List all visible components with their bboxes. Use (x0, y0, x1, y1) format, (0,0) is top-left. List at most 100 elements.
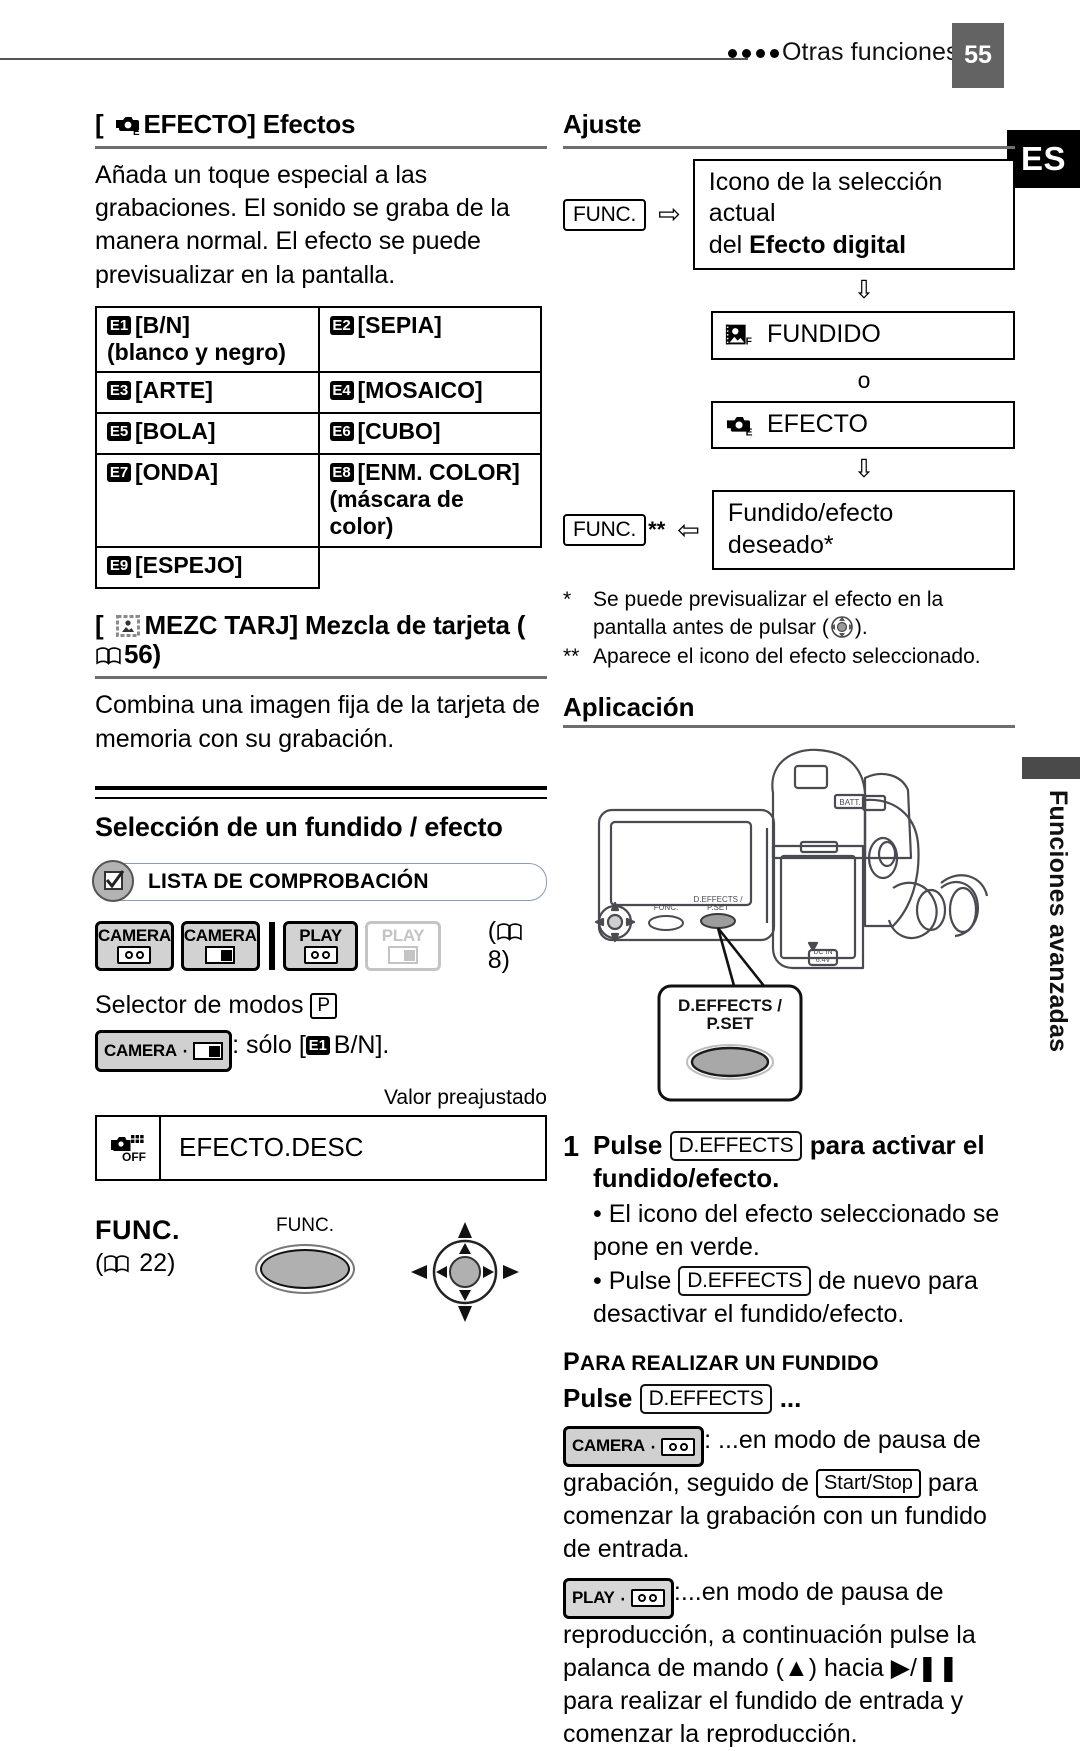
flow-step-final: FUNC. ** ⇦ Fundido/efecto deseado* (563, 490, 1015, 571)
language-badge: ES (1007, 130, 1080, 188)
mode-label: PLAY (299, 926, 342, 946)
effect-label: [ESPEJO] (135, 551, 243, 578)
heading-rule (563, 145, 1015, 149)
footnotes: * Se puede previsualizar el efecto en la… (563, 586, 1015, 670)
checklist-label: LISTA DE COMPROBACIÓN (148, 869, 429, 893)
func-tag[interactable]: FUNC. (563, 198, 647, 231)
step-number: 1 (563, 1131, 580, 1164)
func-block: FUNC. ( 22) FUNC. (95, 1215, 547, 1325)
effect-badge: E4 (329, 381, 354, 401)
figure-dcin-label-1: DC IN (813, 949, 832, 956)
effect-label: [ONDA] (135, 459, 219, 486)
step-text-a: Pulse (593, 1130, 670, 1161)
mode-badge-play-card-disabled: PLAY (365, 920, 441, 971)
bullet-2-a: • Pulse (593, 1267, 679, 1296)
mode-only-text: : sólo [ (232, 1030, 306, 1059)
table-cell-empty (319, 547, 542, 588)
effect-badge: E1 (305, 1035, 330, 1055)
bracket-close: ) (152, 639, 162, 670)
table-cell: E5 [BOLA] (95, 412, 320, 456)
flow-line-2-prefix: del (708, 230, 750, 259)
table-row: E1 [B/N] (blanco y negro) E2 [SEPIA] (95, 305, 542, 374)
svg-text:OFF: OFF (122, 1150, 146, 1164)
flow-box-fundido: F FUNDIDO (711, 311, 1015, 360)
camera-mode-paragraph: CAMERA · : ...en modo de pausa de grabaci… (563, 1424, 1015, 1566)
table-cell: E7 [ONDA] (95, 453, 320, 548)
effect-badge: E3 (107, 381, 131, 401)
arrow-down-icon: ⇩ (853, 276, 875, 305)
joystick-icon[interactable] (410, 1221, 520, 1323)
func-tag-2[interactable]: FUNC. (563, 514, 647, 547)
setup-flow: FUNC. ⇨ Icono de la selección actual del… (563, 158, 1015, 571)
cardmix-heading-text: MEZC TARJ] Mezcla de tarjeta ( (144, 609, 526, 640)
arrow-left-icon: ⇦ (677, 514, 700, 545)
callout-line-1: D.EFFECTS / (678, 996, 782, 1015)
play-paragraph-c: para realizar el fundido de entrada y co… (563, 1686, 964, 1748)
preset-icon-cell: OFF (97, 1116, 161, 1179)
deffects-key[interactable]: D.EFFECTS (639, 1384, 773, 1415)
table-cell: E3 [ARTE] (95, 371, 320, 415)
figure-func-label: FUNC. (654, 903, 678, 912)
step-body: Pulse D.EFFECTS para activar el fundido/… (593, 1129, 1015, 1330)
figure-dcin-label-2: 6.4V (816, 957, 831, 964)
page-ref-number: 22 (139, 1248, 168, 1277)
manual-page-icon (497, 923, 522, 941)
flow-or-label: o (857, 366, 871, 393)
selection-section-heading: Selección de un fundido / efecto (95, 811, 503, 842)
inline-mode-camera-card: CAMERA · (95, 1030, 233, 1072)
flow-fundido-label: FUNDIDO (767, 320, 881, 349)
step-1: 1 Pulse D.EFFECTS para activar el fundid… (563, 1129, 1015, 1330)
table-cell: E8 [ENM. COLOR] (máscara de color) (317, 453, 542, 548)
func-button[interactable] (260, 1248, 350, 1289)
deffects-key[interactable]: D.EFFECTS (678, 1266, 812, 1297)
table-cell: E9 [ESPEJO] (95, 545, 320, 589)
table-row: E9 [ESPEJO] (95, 545, 542, 589)
fade-icon: F (725, 324, 752, 348)
card-icon (205, 946, 236, 965)
mode-badge-camera-tape: CAMERA (95, 920, 174, 971)
play-mode-paragraph: PLAY · :...en modo de pausa de reproducci… (563, 1576, 1015, 1751)
start-stop-key[interactable]: Start/Stop (815, 1469, 921, 1498)
mode-separator (268, 921, 275, 970)
deffects-key[interactable]: D.EFFECTS (669, 1131, 803, 1162)
mode-label: CAMERA (98, 926, 171, 946)
footnote-1: * Se puede previsualizar el efecto en la… (563, 586, 1015, 641)
effect-label: [ARTE] (135, 377, 213, 404)
mode-selector-text: Selector de modos (95, 990, 304, 1019)
header-rule (0, 58, 748, 60)
flow-line-2-bold: Efecto digital (749, 230, 907, 259)
table-cell: E2 [SEPIA] (317, 305, 542, 374)
effects-table: E1 [B/N] (blanco y negro) E2 [SEPIA] E3 [AR… (95, 305, 542, 589)
footnote-mark: ** (563, 644, 580, 668)
footnote-mark: * (563, 588, 572, 612)
card-icon (193, 1042, 224, 1061)
mode-badge-play-tape: PLAY (282, 920, 359, 971)
effect-label: [ENM. COLOR] (357, 459, 520, 486)
pulse-dots: ... (772, 1383, 802, 1414)
section-divider (95, 785, 547, 799)
flow-line-1: Icono de la selección actual (708, 167, 943, 228)
header-dots-icon (728, 49, 779, 58)
effect-section-heading: [ E EFECTO] Efectos (95, 109, 547, 144)
flow-step-1: FUNC. ⇨ Icono de la selección actual del… (563, 158, 1015, 271)
side-tab-label: Funciones avanzadas (1044, 790, 1072, 1053)
bullet-2: • Pulse D.EFFECTS de nuevo para desactiv… (593, 1265, 1015, 1330)
subheading-rest: ARA REALIZAR UN FUNDIDO (579, 1352, 879, 1376)
effect-label: [MOSAICO] (357, 377, 483, 404)
manual-page-icon (104, 1255, 130, 1273)
manual-page-icon (96, 647, 121, 666)
effect-badge: E8 (329, 463, 354, 483)
effect-badge: E6 (329, 422, 354, 442)
figure-batt-label: BATT. (839, 798, 860, 807)
bracket-open: [ (95, 609, 104, 640)
mode-badge-camera-card: CAMERA (180, 920, 260, 971)
table-row: E7 [ONDA] E8 [ENM. COLOR] (máscara de colo… (95, 453, 542, 548)
right-column: Ajuste FUNC. ⇨ Icono de la selección act… (563, 109, 1015, 1751)
mode-label: CAMERA (572, 1436, 645, 1456)
mode-label: CAMERA (104, 1040, 177, 1060)
cardmix-section-heading: [ MEZC TARJ] Mezcla de tarjeta ( 56) (95, 609, 547, 675)
mode-selector-key: P (310, 992, 338, 1019)
effect-label: [B/N] (135, 311, 190, 338)
effect-badge: E7 (107, 463, 131, 483)
footnote-line-b: pantalla antes de pulsar ( (593, 615, 829, 639)
